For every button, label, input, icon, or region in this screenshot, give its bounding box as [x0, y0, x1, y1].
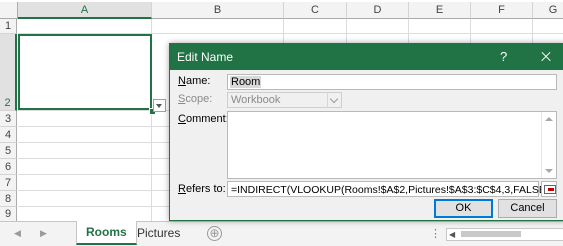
row-header-6[interactable]: 6 [0, 159, 17, 175]
row-header-5[interactable]: 5 [0, 143, 17, 159]
row-header-7[interactable]: 7 [0, 175, 17, 191]
add-sheet-icon[interactable]: ⊕ [207, 226, 222, 241]
row-header-2[interactable]: 2 [0, 34, 17, 111]
name-label: Name: [178, 75, 211, 87]
column-header-g[interactable]: G [533, 2, 563, 19]
row-header-1[interactable]: 1 [0, 19, 17, 34]
sheet-tab-pictures[interactable]: Pictures [128, 222, 189, 244]
row-header-9[interactable]: 9 [0, 207, 17, 222]
scroll-tabs-left-icon[interactable]: ◀ [14, 228, 21, 239]
name-input[interactable]: Room [227, 74, 557, 90]
ok-button[interactable]: OK [434, 199, 493, 218]
row-header-8[interactable]: 8 [0, 191, 17, 207]
selected-cell-a2[interactable] [18, 34, 152, 110]
name-value: Room [230, 76, 262, 88]
scope-select[interactable]: Workbook [227, 92, 342, 108]
cancel-button[interactable]: Cancel [498, 199, 557, 218]
refers-to-value: =INDIRECT(VLOOKUP(Rooms!$A$2,Pictures!$A… [231, 184, 553, 196]
collapse-dialog-button[interactable] [541, 181, 557, 197]
comment-label: Comment: [178, 113, 229, 125]
close-icon[interactable] [532, 46, 558, 68]
scroll-down-icon[interactable] [545, 169, 553, 173]
scope-label: Scope: [178, 93, 213, 105]
dialog-title: Edit Name [177, 50, 234, 64]
sheet-tab-bar: ◀ ▶ Rooms Pictures ⊕ ⋮ ◀ [0, 221, 563, 246]
tab-split-handle-icon[interactable]: ⋮ [430, 227, 442, 240]
column-header-a[interactable]: A [18, 2, 152, 19]
column-header-b[interactable]: B [152, 2, 284, 19]
scroll-tabs-right-icon[interactable]: ▶ [40, 228, 47, 239]
column-header-f[interactable]: F [471, 2, 533, 19]
refers-to-label: Refers to: [178, 183, 226, 195]
comment-textarea[interactable] [227, 111, 557, 179]
horizontal-scrollbar[interactable]: ◀ [446, 228, 563, 241]
comment-scrollbar[interactable] [541, 112, 556, 178]
chevron-down-icon[interactable] [327, 93, 341, 107]
scroll-left-icon[interactable]: ◀ [449, 230, 455, 239]
refers-to-input[interactable]: =INDIRECT(VLOOKUP(Rooms!$A$2,Pictures!$A… [227, 181, 553, 197]
scrollbar-thumb[interactable] [461, 231, 521, 237]
dialog-titlebar[interactable]: Edit Name ? [170, 44, 563, 70]
edit-name-dialog: Edit Name ? Name: Room Scope: Workbook C… [169, 43, 563, 221]
help-button[interactable]: ? [500, 49, 507, 64]
scope-value: Workbook [231, 94, 281, 106]
scroll-up-icon[interactable] [545, 117, 553, 121]
cell-dropdown-button[interactable] [153, 99, 166, 112]
row-header-3[interactable]: 3 [0, 111, 17, 127]
select-all-corner[interactable] [0, 2, 18, 19]
row-header-4[interactable]: 4 [0, 127, 17, 143]
column-header-e[interactable]: E [409, 2, 471, 19]
column-header-d[interactable]: D [347, 2, 409, 19]
range-select-icon-accent [548, 188, 554, 191]
column-header-c[interactable]: C [284, 2, 347, 19]
